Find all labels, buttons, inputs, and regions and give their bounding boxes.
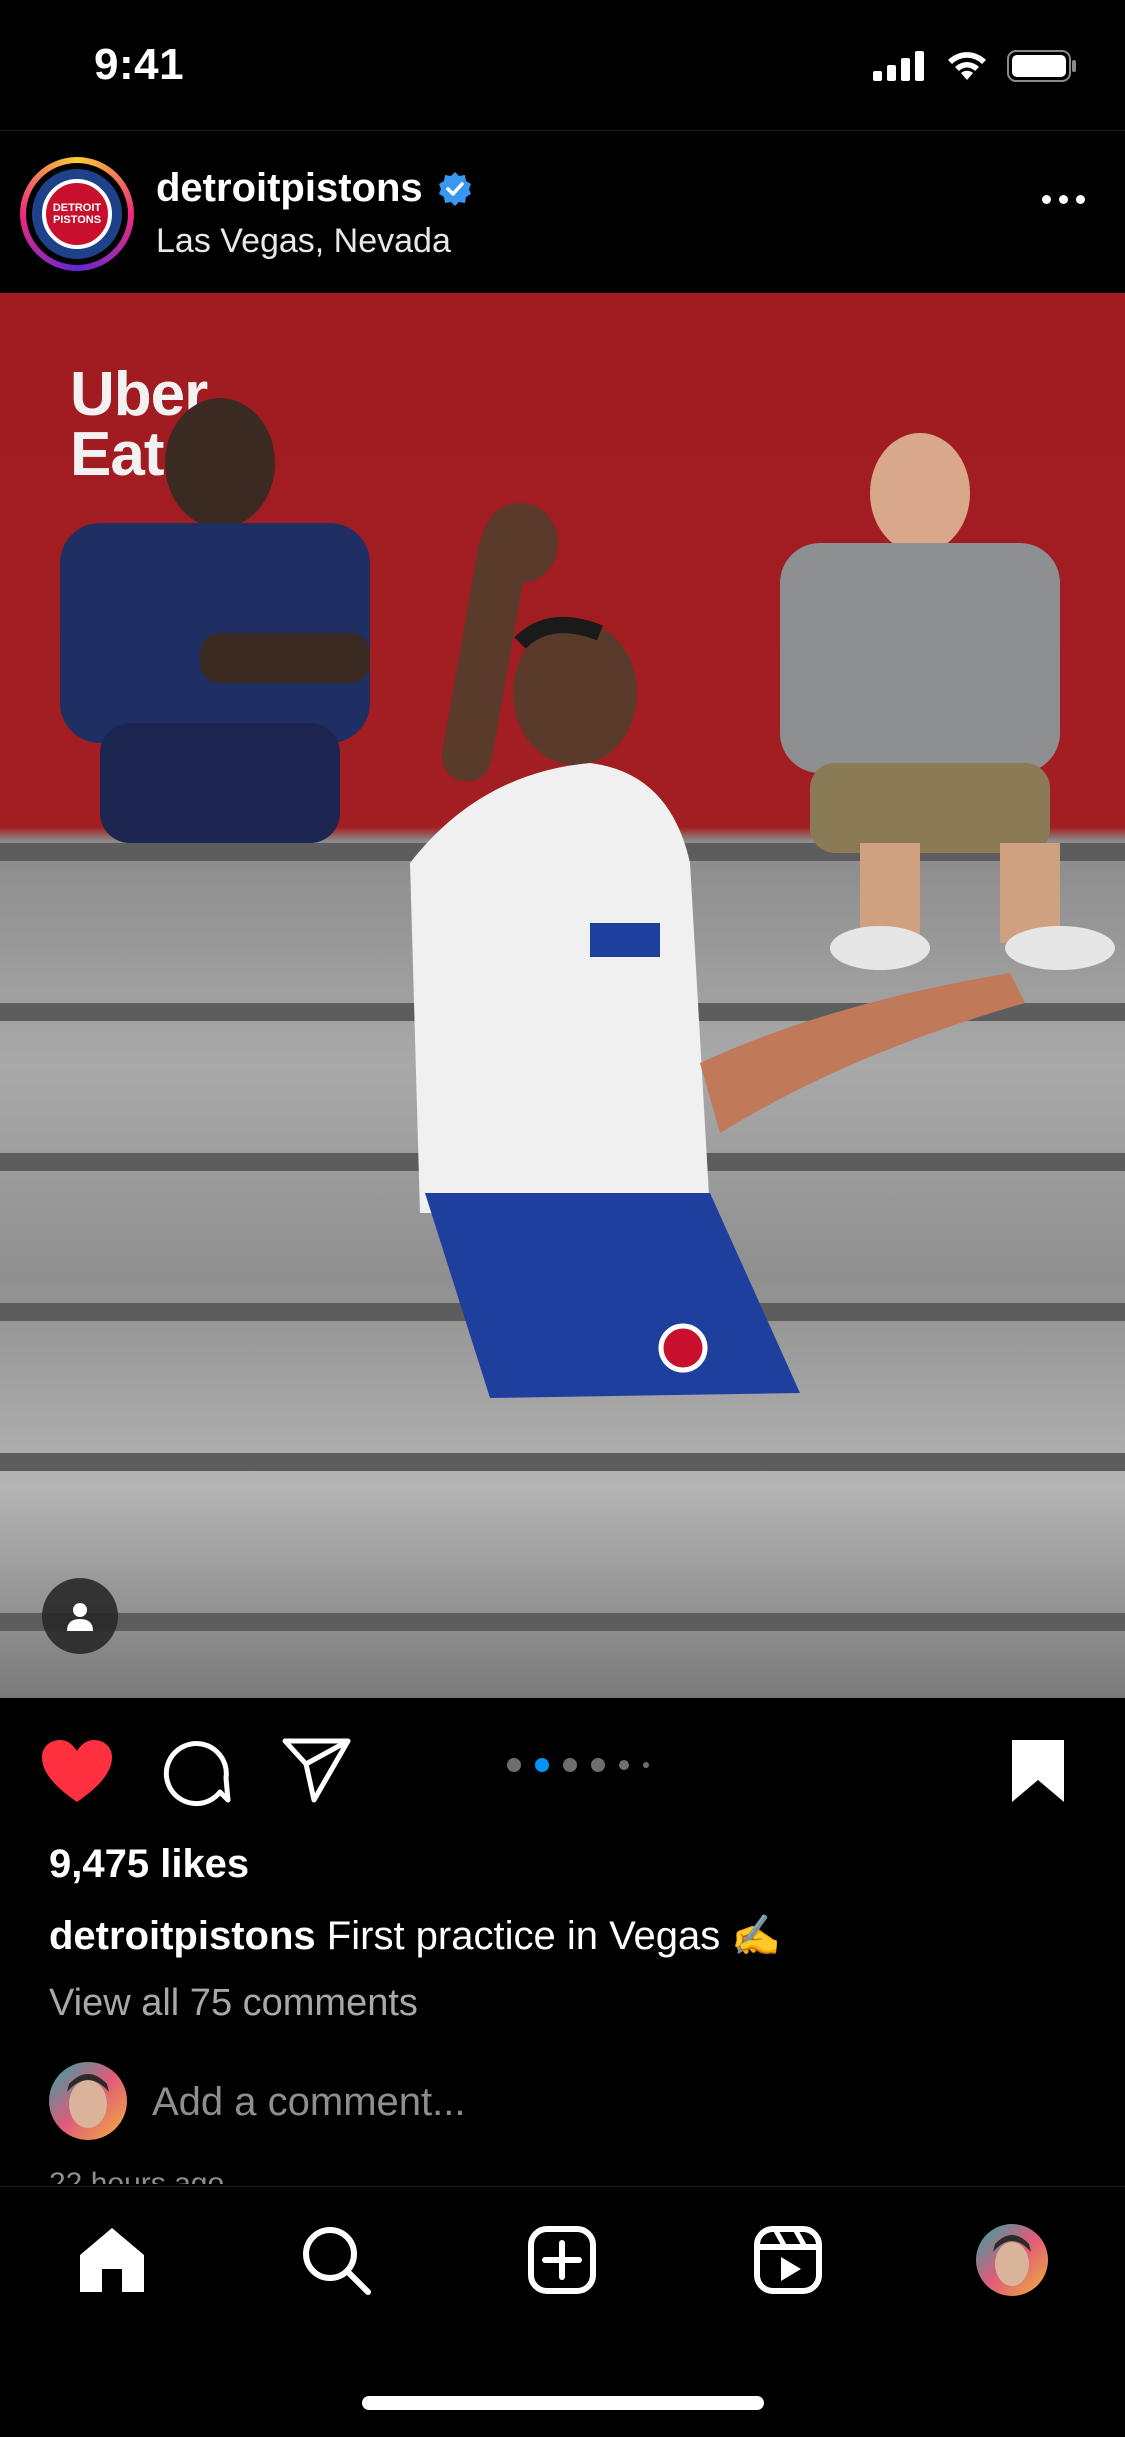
carousel-dot [643, 1762, 649, 1768]
more-options-icon[interactable] [1042, 195, 1085, 204]
add-comment-input[interactable]: Add a comment... [152, 2080, 465, 2125]
post-media[interactable]: Uber Eats [0, 293, 1125, 1698]
view-all-comments-link[interactable]: View all 75 comments [49, 1982, 418, 2025]
likes-count[interactable]: 9,475 likes [49, 1842, 249, 1887]
comment-icon[interactable] [162, 1738, 232, 1808]
profile-avatar [976, 2224, 1048, 2296]
post-header [0, 130, 1125, 294]
status-icons [873, 50, 1077, 82]
battery-icon [1007, 50, 1076, 82]
status-time: 9:41 [94, 40, 185, 89]
spectator-left [60, 398, 370, 843]
carousel-dot [507, 1758, 521, 1772]
current-user-avatar [49, 2062, 127, 2140]
search-icon [303, 2227, 371, 2295]
create-icon [528, 2226, 596, 2294]
username-text[interactable]: detroitpistons [156, 166, 423, 211]
post-timestamp: 22 hours ago [49, 2167, 225, 2184]
post-location[interactable]: Las Vegas, Nevada [156, 222, 451, 261]
carousel-dot [535, 1758, 549, 1772]
post-username[interactable]: detroitpistons [156, 166, 473, 211]
verified-badge-icon [438, 171, 471, 206]
caption-username[interactable]: detroitpistons [49, 1914, 316, 1958]
logo-text-line2: PISTONS [52, 214, 102, 226]
signal-icon [873, 51, 924, 81]
carousel-indicator [507, 1758, 649, 1772]
pistons-logo: DETROIT PISTONS [32, 169, 122, 259]
caption-text: First practice in Vegas ✍️ [326, 1914, 782, 1958]
tagged-people-button[interactable] [42, 1578, 118, 1654]
logo-text-line1: DETROIT [52, 202, 102, 214]
person-icon [67, 1603, 93, 1631]
tab-create[interactable] [522, 2220, 602, 2300]
tab-profile[interactable] [972, 2220, 1052, 2300]
carousel-dot [591, 1758, 605, 1772]
bookmark-icon[interactable] [1010, 1738, 1066, 1804]
reels-icon [754, 2226, 822, 2294]
post-caption: detroitpistons First practice in Vegas ✍… [49, 1912, 781, 1959]
player [410, 503, 1025, 1398]
share-icon[interactable] [282, 1738, 352, 1804]
tab-home[interactable] [72, 2220, 152, 2300]
heart-icon[interactable] [40, 1738, 114, 1804]
home-icon [80, 2228, 144, 2292]
tab-reels[interactable] [748, 2220, 828, 2300]
carousel-dot [563, 1758, 577, 1772]
wifi-icon [948, 52, 986, 80]
carousel-dot [619, 1760, 629, 1770]
post-author-avatar[interactable]: DETROIT PISTONS [20, 157, 134, 271]
home-indicator [362, 2396, 764, 2410]
tab-search[interactable] [296, 2220, 376, 2300]
